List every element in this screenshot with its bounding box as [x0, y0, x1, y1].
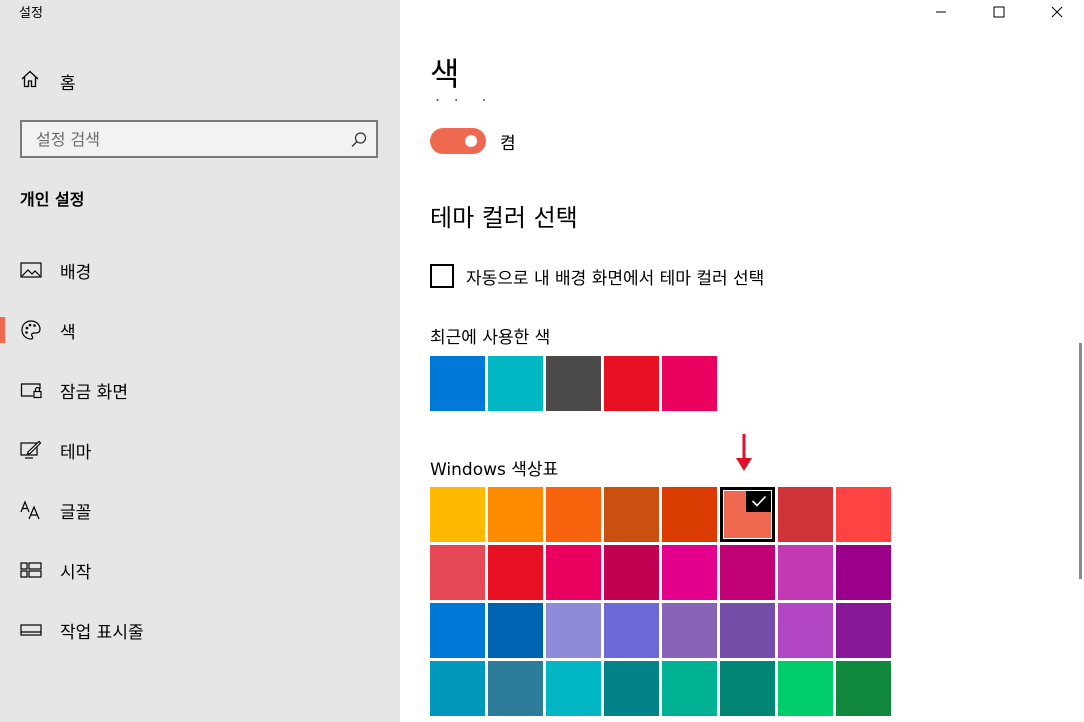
- scrollbar[interactable]: [1079, 343, 1082, 579]
- palette-swatch[interactable]: [662, 603, 717, 658]
- palette-swatch[interactable]: [546, 661, 601, 716]
- minimize-icon: [935, 3, 947, 22]
- palette-swatch[interactable]: [662, 487, 717, 542]
- theme-icon: [20, 439, 42, 461]
- main-pane: 색 ㆍㆍ ㆍ 켬 테마 컬러 선택 자동으로 내 배경 화면에서 테마 컬러 선…: [400, 0, 1084, 722]
- sidebar-item-label: 작업 표시줄: [60, 622, 144, 643]
- toggle-knob: [465, 135, 477, 147]
- sidebar-item-label: 시작: [60, 562, 92, 583]
- palette-swatch[interactable]: [778, 545, 833, 600]
- palette-swatch[interactable]: [778, 603, 833, 658]
- home-nav-item[interactable]: 홈: [20, 66, 76, 96]
- sidebar-item-label: 잠금 화면: [60, 382, 128, 403]
- palette-swatch[interactable]: [430, 487, 485, 542]
- palette-swatch[interactable]: [546, 545, 601, 600]
- palette-swatch[interactable]: [430, 603, 485, 658]
- sidebar-nav: 배경 색 잠금 화면 테마 글꼴 시작 작업 표시줄: [0, 240, 400, 660]
- clipped-section-label: ㆍㆍ ㆍ: [430, 97, 496, 109]
- settings-search-input[interactable]: [22, 122, 336, 156]
- settings-search-box[interactable]: [20, 120, 378, 158]
- sidebar-item-colors[interactable]: 색: [0, 300, 400, 360]
- palette-swatch[interactable]: [604, 661, 659, 716]
- sidebar-item-label: 배경: [60, 262, 92, 283]
- palette-swatch[interactable]: [604, 603, 659, 658]
- recent-color-swatch[interactable]: [430, 356, 485, 411]
- search-icon[interactable]: [350, 131, 368, 149]
- palette-swatch[interactable]: [836, 487, 891, 542]
- palette-swatch[interactable]: [488, 603, 543, 658]
- recent-color-swatch[interactable]: [488, 356, 543, 411]
- palette-swatch-selected[interactable]: [720, 487, 775, 542]
- minimize-button[interactable]: [918, 0, 964, 24]
- palette-swatch[interactable]: [546, 603, 601, 658]
- sidebar-item-label: 글꼴: [60, 502, 92, 523]
- palette-swatch[interactable]: [662, 545, 717, 600]
- palette-swatch[interactable]: [488, 661, 543, 716]
- auto-accent-checkbox[interactable]: [430, 264, 454, 288]
- palette-swatch[interactable]: [778, 487, 833, 542]
- palette-swatch[interactable]: [546, 487, 601, 542]
- palette-swatch[interactable]: [720, 603, 775, 658]
- checkmark-icon: [746, 490, 772, 512]
- home-icon: [20, 69, 40, 93]
- maximize-icon: [993, 3, 1005, 22]
- recent-color-swatch[interactable]: [546, 356, 601, 411]
- recent-colors-row: [430, 356, 720, 411]
- palette-swatch[interactable]: [662, 661, 717, 716]
- auto-accent-checkbox-label[interactable]: 자동으로 내 배경 화면에서 테마 컬러 선택: [466, 264, 764, 289]
- recent-color-swatch[interactable]: [662, 356, 717, 411]
- palette-swatch[interactable]: [604, 545, 659, 600]
- toggle-state-label: 켬: [500, 134, 516, 154]
- palette-swatch[interactable]: [604, 487, 659, 542]
- palette-swatch[interactable]: [836, 545, 891, 600]
- palette-swatch[interactable]: [720, 661, 775, 716]
- lock-screen-icon: [20, 379, 42, 401]
- page-title: 색: [430, 55, 460, 93]
- app-title: 설정: [19, 6, 43, 21]
- windows-color-palette: [430, 487, 891, 716]
- theme-color-heading: 테마 컬러 선택: [430, 204, 578, 232]
- close-button[interactable]: [1034, 0, 1080, 24]
- sidebar: 설정 홈 개인 설정 배경 색 잠금 화면: [0, 0, 400, 722]
- transparency-toggle[interactable]: [430, 128, 486, 154]
- maximize-button[interactable]: [976, 0, 1022, 24]
- palette-swatch[interactable]: [778, 661, 833, 716]
- palette-swatch[interactable]: [430, 545, 485, 600]
- font-icon: [20, 499, 42, 521]
- home-label: 홈: [60, 73, 76, 94]
- sidebar-item-lock-screen[interactable]: 잠금 화면: [0, 360, 400, 420]
- sidebar-item-background[interactable]: 배경: [0, 240, 400, 300]
- taskbar-icon: [20, 619, 42, 641]
- sidebar-item-fonts[interactable]: 글꼴: [0, 480, 400, 540]
- palette-swatch[interactable]: [720, 545, 775, 600]
- palette-swatch[interactable]: [488, 487, 543, 542]
- sidebar-item-label: 색: [60, 322, 76, 343]
- sidebar-item-theme[interactable]: 테마: [0, 420, 400, 480]
- close-icon: [1051, 3, 1063, 22]
- palette-swatch[interactable]: [488, 545, 543, 600]
- palette-icon: [20, 319, 42, 341]
- palette-swatch[interactable]: [836, 661, 891, 716]
- red-arrow-icon: [734, 434, 754, 474]
- palette-label: Windows 색상표: [430, 460, 559, 480]
- picture-icon: [20, 259, 42, 281]
- sidebar-item-start[interactable]: 시작: [0, 540, 400, 600]
- sidebar-item-label: 테마: [60, 442, 92, 463]
- recent-colors-label: 최근에 사용한 색: [430, 328, 551, 348]
- recent-color-swatch[interactable]: [604, 356, 659, 411]
- section-heading: 개인 설정: [20, 190, 85, 209]
- sidebar-item-taskbar[interactable]: 작업 표시줄: [0, 600, 400, 660]
- start-icon: [20, 559, 42, 581]
- palette-swatch[interactable]: [836, 603, 891, 658]
- palette-swatch[interactable]: [430, 661, 485, 716]
